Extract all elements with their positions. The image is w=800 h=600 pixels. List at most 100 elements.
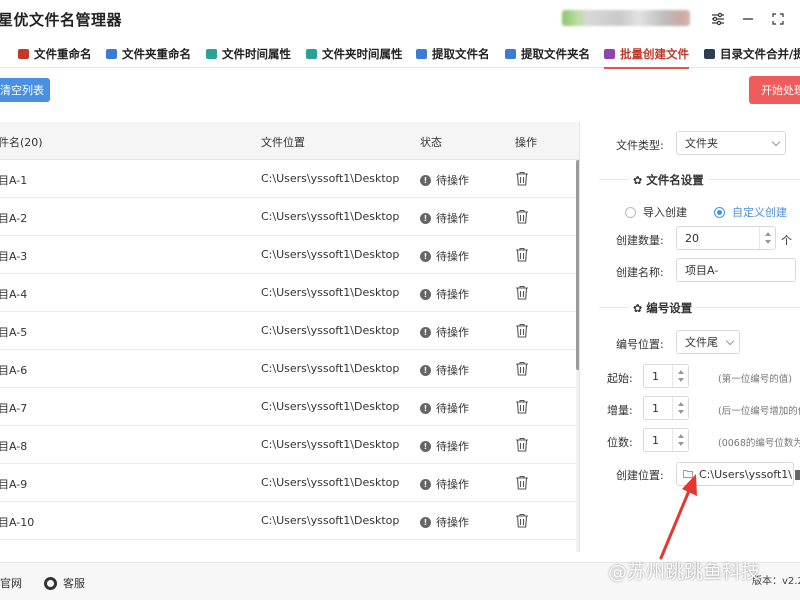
info-icon: ! [420, 516, 431, 528]
file-name-cell: 目A-10 [0, 516, 35, 529]
tab-folder-time-attributes[interactable]: 文件夹时间属性 [306, 42, 403, 66]
table-row[interactable]: 目A-7 C:\Users\yssoft1\Desktop ! 待操作 [0, 388, 576, 426]
file-location-cell: C:\Users\yssoft1\Desktop [261, 362, 400, 375]
watermark: @苏州跳跳鱼科技 [608, 561, 761, 583]
digits-stepper[interactable]: 1 [643, 428, 689, 452]
file-location-cell: C:\Users\yssoft1\Desktop [261, 210, 400, 223]
start-stepper[interactable]: 1 [643, 364, 689, 388]
headset-icon [44, 576, 57, 590]
radio-custom-create[interactable]: 自定义创建 [714, 204, 787, 220]
file-location-cell: C:\Users\yssoft1\Desktop [261, 400, 400, 413]
status-cell: ! 待操作 [420, 172, 469, 188]
maximize-icon[interactable] [767, 8, 789, 30]
table-row[interactable]: 目A-4 C:\Users\yssoft1\Desktop ! 待操作 [0, 274, 576, 312]
number-settings-title: ✿ 编号设置 [633, 301, 693, 315]
file-name-cell: 目A-9 [0, 478, 28, 491]
tab-file-time-attributes[interactable]: 文件时间属性 [206, 42, 291, 66]
stepper-down-icon[interactable] [678, 378, 684, 382]
table-row[interactable]: 目A-8 C:\Users\yssoft1\Desktop ! 待操作 [0, 426, 576, 464]
name-input[interactable]: 项目A- [676, 258, 796, 282]
tab-folder-rename[interactable]: 文件夹重命名 [106, 42, 191, 66]
tab-extract-filename[interactable]: 提取文件名 [416, 42, 490, 66]
scrollbar-thumb[interactable] [576, 160, 579, 370]
info-icon: ! [420, 364, 431, 376]
trash-icon[interactable] [515, 209, 529, 224]
status-cell: ! 待操作 [420, 514, 469, 530]
file-name-cell: 目A-4 [0, 288, 28, 301]
info-icon: ! [420, 478, 431, 490]
number-position-select[interactable]: 文件尾 [676, 330, 740, 354]
file-time-icon [206, 49, 217, 59]
trash-icon[interactable] [515, 475, 529, 490]
tab-extract-foldername[interactable]: 提取文件夹名 [505, 42, 590, 66]
trash-icon[interactable] [515, 437, 529, 452]
file-name-cell: 目A-7 [0, 402, 28, 415]
create-location-picker[interactable]: C:\Users\yssoft1\De [676, 462, 794, 486]
folder-rename-icon [106, 49, 117, 59]
folder-icon [683, 468, 693, 481]
location-browse-icon[interactable] [795, 470, 800, 480]
stepper-up-icon[interactable] [678, 370, 684, 374]
filename-settings-title: ✿ 文件名设置 [633, 173, 704, 187]
file-location-cell: C:\Users\yssoft1\Desktop [261, 248, 400, 261]
file-type-select[interactable]: 文件夹 [676, 131, 786, 155]
account-avatar[interactable] [562, 10, 690, 26]
stepper-up-icon[interactable] [765, 232, 771, 236]
trash-icon[interactable] [515, 323, 529, 338]
column-header-name[interactable]: 件名(20) [0, 134, 43, 150]
start-processing-button[interactable]: 开始处理 [749, 76, 800, 104]
trash-icon[interactable] [515, 513, 529, 528]
settings-sliders-icon[interactable] [707, 8, 729, 30]
stepper-down-icon[interactable] [765, 240, 771, 244]
file-list-table: 件名(20) 文件位置 状态 操作 目A-1 C:\Users\yssoft1\D… [0, 122, 580, 552]
status-cell: ! 待操作 [420, 324, 469, 340]
info-icon: ! [420, 326, 431, 338]
number-position-label: 编号位置: [616, 338, 664, 351]
radio-import-create[interactable]: 导入创建 [625, 204, 687, 220]
count-stepper[interactable]: 20 [676, 226, 776, 250]
trash-icon[interactable] [515, 247, 529, 262]
step-hint: (后一位编号增加的值) [718, 406, 800, 417]
table-row[interactable]: 目A-6 C:\Users\yssoft1\Desktop ! 待操作 [0, 350, 576, 388]
status-cell: ! 待操作 [420, 210, 469, 226]
table-row[interactable]: 目A-2 C:\Users\yssoft1\Desktop ! 待操作 [0, 198, 576, 236]
table-row[interactable]: 目A-3 C:\Users\yssoft1\Desktop ! 待操作 [0, 236, 576, 274]
count-unit: 个 [781, 234, 792, 247]
clear-list-button[interactable]: 清空列表 [0, 78, 50, 102]
status-cell: ! 待操作 [420, 400, 469, 416]
file-name-cell: 目A-6 [0, 364, 28, 377]
trash-icon[interactable] [515, 399, 529, 414]
website-link[interactable]: 官网 [0, 575, 22, 591]
info-icon: ! [420, 288, 431, 300]
info-icon: ! [420, 174, 431, 186]
column-header-location[interactable]: 文件位置 [261, 134, 305, 150]
tab-file-rename[interactable]: 文件重命名 [18, 42, 92, 66]
folder-time-icon [306, 49, 317, 59]
title-bar: 星优文件名管理器 [0, 0, 800, 38]
settings-panel: 文件类型: 文件夹 ✿ 文件名设置 导入创建 自定义创建 创建数量: 20 个 … [581, 122, 800, 562]
info-icon: ! [420, 440, 431, 452]
info-icon: ! [420, 212, 431, 224]
trash-icon[interactable] [515, 361, 529, 376]
tab-directory-merge[interactable]: 目录文件合并/提 [704, 42, 800, 66]
tab-batch-create-files[interactable]: 批量创建文件 [604, 42, 689, 69]
trash-icon[interactable] [515, 285, 529, 300]
stepper-up-icon[interactable] [678, 402, 684, 406]
customer-service-link[interactable]: 客服 [44, 575, 85, 591]
file-location-cell: C:\Users\yssoft1\Desktop [261, 476, 400, 489]
table-row[interactable]: 目A-10 C:\Users\yssoft1\Desktop ! 待操作 [0, 502, 576, 540]
stepper-down-icon[interactable] [678, 442, 684, 446]
table-row[interactable]: 目A-5 C:\Users\yssoft1\Desktop ! 待操作 [0, 312, 576, 350]
stepper-up-icon[interactable] [678, 434, 684, 438]
step-stepper[interactable]: 1 [643, 396, 689, 420]
stepper-down-icon[interactable] [678, 410, 684, 414]
table-row[interactable]: 目A-9 C:\Users\yssoft1\Desktop ! 待操作 [0, 464, 576, 502]
status-cell: ! 待操作 [420, 438, 469, 454]
table-row[interactable]: 目A-1 C:\Users\yssoft1\Desktop ! 待操作 [0, 160, 576, 198]
create-location-label: 创建位置: [616, 469, 664, 482]
trash-icon[interactable] [515, 171, 529, 186]
minimize-icon[interactable] [737, 8, 759, 30]
file-location-cell: C:\Users\yssoft1\Desktop [261, 324, 400, 337]
start-label: 起始: [607, 372, 633, 385]
column-header-status[interactable]: 状态 [420, 134, 442, 150]
